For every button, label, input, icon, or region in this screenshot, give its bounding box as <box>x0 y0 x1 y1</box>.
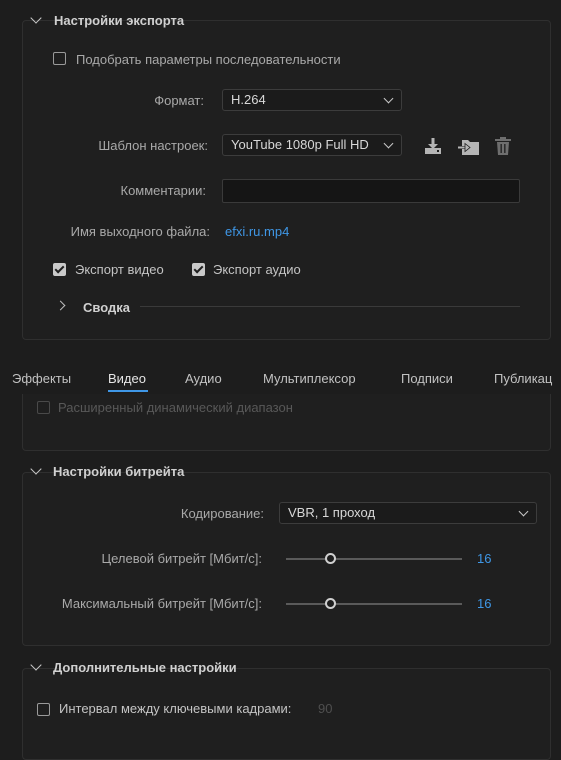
export-audio-checkbox[interactable] <box>192 263 205 276</box>
max-bitrate-label: Максимальный битрейт [Мбит/с]: <box>61 596 262 611</box>
hdr-checkbox[interactable] <box>37 401 50 414</box>
chevron-down-icon <box>518 506 529 517</box>
encoding-label: Кодирование: <box>180 506 264 521</box>
active-tab-indicator <box>108 390 148 392</box>
export-video-label: Экспорт видео <box>75 262 164 277</box>
match-sequence-label: Подобрать параметры последовательности <box>76 52 341 67</box>
summary-label[interactable]: Сводка <box>83 300 130 315</box>
tab-video[interactable]: Видео <box>108 371 146 386</box>
preset-value: YouTube 1080p Full HD <box>231 137 369 152</box>
target-bitrate-slider-thumb[interactable] <box>325 553 336 564</box>
tab-effects[interactable]: Эффекты <box>12 371 71 386</box>
export-settings-title: Настройки экспорта <box>54 13 185 28</box>
chevron-down-icon <box>383 93 394 104</box>
hdr-label: Расширенный динамический диапазон <box>58 400 293 415</box>
format-select[interactable]: H.264 <box>222 89 402 111</box>
save-preset-icon[interactable] <box>422 135 444 157</box>
export-video-checkbox[interactable] <box>53 263 66 276</box>
target-bitrate-slider-track[interactable] <box>286 558 462 560</box>
delete-preset-icon[interactable] <box>492 135 514 157</box>
preset-select[interactable]: YouTube 1080p Full HD <box>222 134 402 156</box>
output-name-link[interactable]: efxi.ru.mp4 <box>225 224 289 239</box>
encoding-select[interactable]: VBR, 1 проход <box>279 502 537 524</box>
match-sequence-checkbox[interactable] <box>53 52 66 65</box>
chevron-down-icon <box>383 138 394 149</box>
tab-audio[interactable]: Аудио <box>185 371 222 386</box>
target-bitrate-label: Целевой битрейт [Мбит/с]: <box>101 551 262 566</box>
advanced-title: Дополнительные настройки <box>53 660 237 675</box>
keyframe-interval-value[interactable]: 90 <box>318 701 332 716</box>
format-label: Формат: <box>154 93 204 108</box>
output-name-label: Имя выходного файла: <box>70 224 210 239</box>
import-preset-icon[interactable] <box>457 136 479 158</box>
tab-publish[interactable]: Публикац <box>494 371 552 386</box>
keyframe-interval-label: Интервал между ключевыми кадрами: <box>59 701 292 716</box>
max-bitrate-slider-track[interactable] <box>286 603 462 605</box>
max-bitrate-slider-thumb[interactable] <box>325 598 336 609</box>
keyframe-interval-checkbox[interactable] <box>37 703 50 716</box>
bitrate-title: Настройки битрейта <box>53 464 185 479</box>
preset-label: Шаблон настроек: <box>98 138 208 153</box>
export-audio-label: Экспорт аудио <box>213 262 301 277</box>
encoding-value: VBR, 1 проход <box>288 505 376 520</box>
max-bitrate-value[interactable]: 16 <box>477 596 491 611</box>
summary-divider <box>140 306 520 307</box>
comments-field[interactable] <box>222 179 520 203</box>
tab-captions[interactable]: Подписи <box>401 371 453 386</box>
format-value: H.264 <box>231 92 266 107</box>
target-bitrate-value[interactable]: 16 <box>477 551 491 566</box>
comments-label: Комментарии: <box>120 183 207 198</box>
tab-multiplexer[interactable]: Мультиплексор <box>263 371 356 386</box>
